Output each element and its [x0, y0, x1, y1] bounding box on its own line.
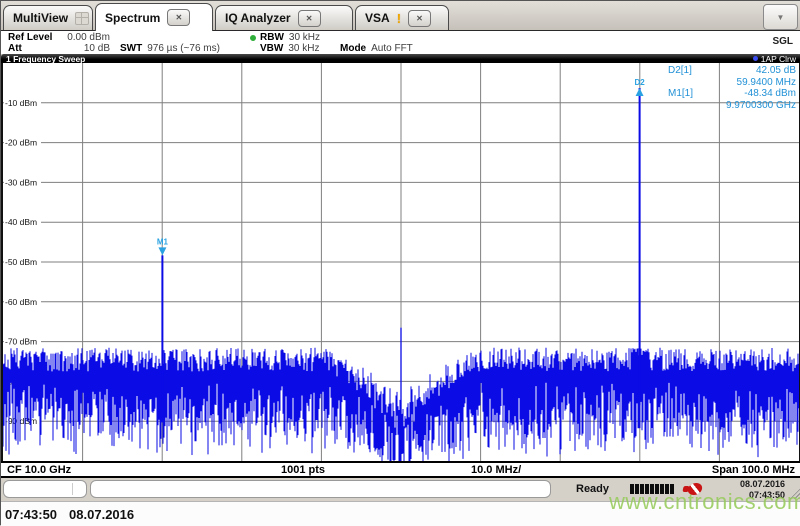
- warning-icon: !: [396, 10, 402, 26]
- ref-level-field[interactable]: Ref Level 0.00 dBm: [8, 32, 110, 43]
- tab-multiview-label: MultiView: [13, 11, 69, 25]
- settings-bar: Ref Level 0.00 dBm RBW 30 kHz Att 10 dB …: [1, 31, 800, 54]
- tab-spectrum-label: Spectrum: [105, 10, 161, 25]
- svg-text:-90 dBm: -90 dBm: [5, 416, 37, 426]
- svg-text:M1: M1: [157, 237, 169, 246]
- sweep-window-titlebar[interactable]: 1 Frequency Sweep 1AP Clrw: [1, 53, 800, 64]
- tab-vsa[interactable]: VSA ! ✕: [355, 5, 449, 30]
- sweep-window-title: 1 Frequency Sweep: [6, 53, 86, 64]
- tab-iq-analyzer-label: IQ Analyzer: [225, 11, 291, 25]
- svg-text:D2: D2: [634, 78, 645, 87]
- footer-datetime: 07:43:50 08.07.2016: [5, 507, 135, 522]
- trace-indicator-label: 1AP Clrw: [760, 53, 796, 64]
- chevron-down-icon: ▼: [776, 12, 785, 22]
- vbw-field[interactable]: VBW 30 kHz: [250, 43, 328, 54]
- marker-info-panel: D2[1] 42.05 dB 59.9400 MHz M1[1] -48.34 …: [668, 65, 796, 111]
- swt-field[interactable]: SWT 976 µs (~76 ms): [110, 43, 250, 54]
- sweep-points-readout: 1001 pts: [281, 464, 326, 476]
- status-led-icon: [250, 34, 256, 41]
- spectrum-trace-canvas[interactable]: -10 dBm -20 dBm -30 dBm -40 dBm -50 dBm -60 d…: [3, 63, 799, 461]
- softkey-slot-small[interactable]: [3, 480, 87, 498]
- softkey-slot-wide[interactable]: [90, 480, 551, 498]
- marker-info-row: 9.9700300 GHz: [725, 99, 796, 111]
- att-field[interactable]: Att 10 dB: [8, 43, 110, 54]
- svg-text:-20 dBm: -20 dBm: [5, 138, 37, 148]
- multiview-grid-icon: [75, 11, 90, 25]
- rbw-field[interactable]: RBW 30 kHz: [250, 32, 328, 43]
- tab-iq-analyzer[interactable]: IQ Analyzer ✕: [215, 5, 353, 30]
- svg-text:-70 dBm: -70 dBm: [5, 337, 37, 347]
- x-axis-bar: CF 10.0 GHz 1001 pts 10.0 MHz/ Span 100.…: [1, 461, 800, 478]
- svg-text:-30 dBm: -30 dBm: [5, 177, 37, 187]
- single-sweep-badge: SGL: [772, 36, 793, 47]
- marker-info-row: 59.9400 MHz: [736, 76, 796, 88]
- trace-color-dot-icon: [752, 56, 758, 61]
- tab-bar: MultiView Spectrum ✕ IQ Analyzer ✕ VSA !…: [1, 1, 800, 31]
- spectrum-plot[interactable]: -10 dBm -20 dBm -30 dBm -40 dBm -50 dBm -60 d…: [1, 63, 800, 461]
- tab-vsa-label: VSA: [365, 11, 390, 25]
- analyzer-window: MultiView Spectrum ✕ IQ Analyzer ✕ VSA !…: [0, 0, 800, 526]
- marker-info-row: D2[1] 42.05 dB: [668, 65, 796, 76]
- close-tab-icon[interactable]: ✕: [297, 9, 321, 27]
- close-tab-icon[interactable]: ✕: [167, 9, 191, 26]
- center-frequency-readout[interactable]: CF 10.0 GHz: [7, 464, 71, 476]
- per-division-readout: 10.0 MHz/: [471, 464, 522, 476]
- svg-text:-40 dBm: -40 dBm: [5, 217, 37, 227]
- svg-text:-50 dBm: -50 dBm: [5, 257, 37, 267]
- watermark: www.cntronics.com: [609, 489, 800, 514]
- tab-multiview[interactable]: MultiView: [3, 5, 93, 30]
- mode-field[interactable]: Mode Auto FFT: [328, 43, 413, 54]
- svg-text:-60 dBm: -60 dBm: [5, 297, 37, 307]
- svg-text:-10 dBm: -10 dBm: [5, 98, 37, 108]
- tab-overflow-button[interactable]: ▼: [763, 4, 798, 30]
- ready-status: Ready: [576, 483, 610, 495]
- tab-spectrum[interactable]: Spectrum ✕: [95, 3, 213, 31]
- trace-indicator: 1AP Clrw: [752, 53, 796, 64]
- span-readout[interactable]: Span 100.0 MHz: [712, 464, 795, 476]
- close-tab-icon[interactable]: ✕: [408, 9, 432, 27]
- marker-info-row: M1[1] -48.34 dBm: [668, 88, 796, 99]
